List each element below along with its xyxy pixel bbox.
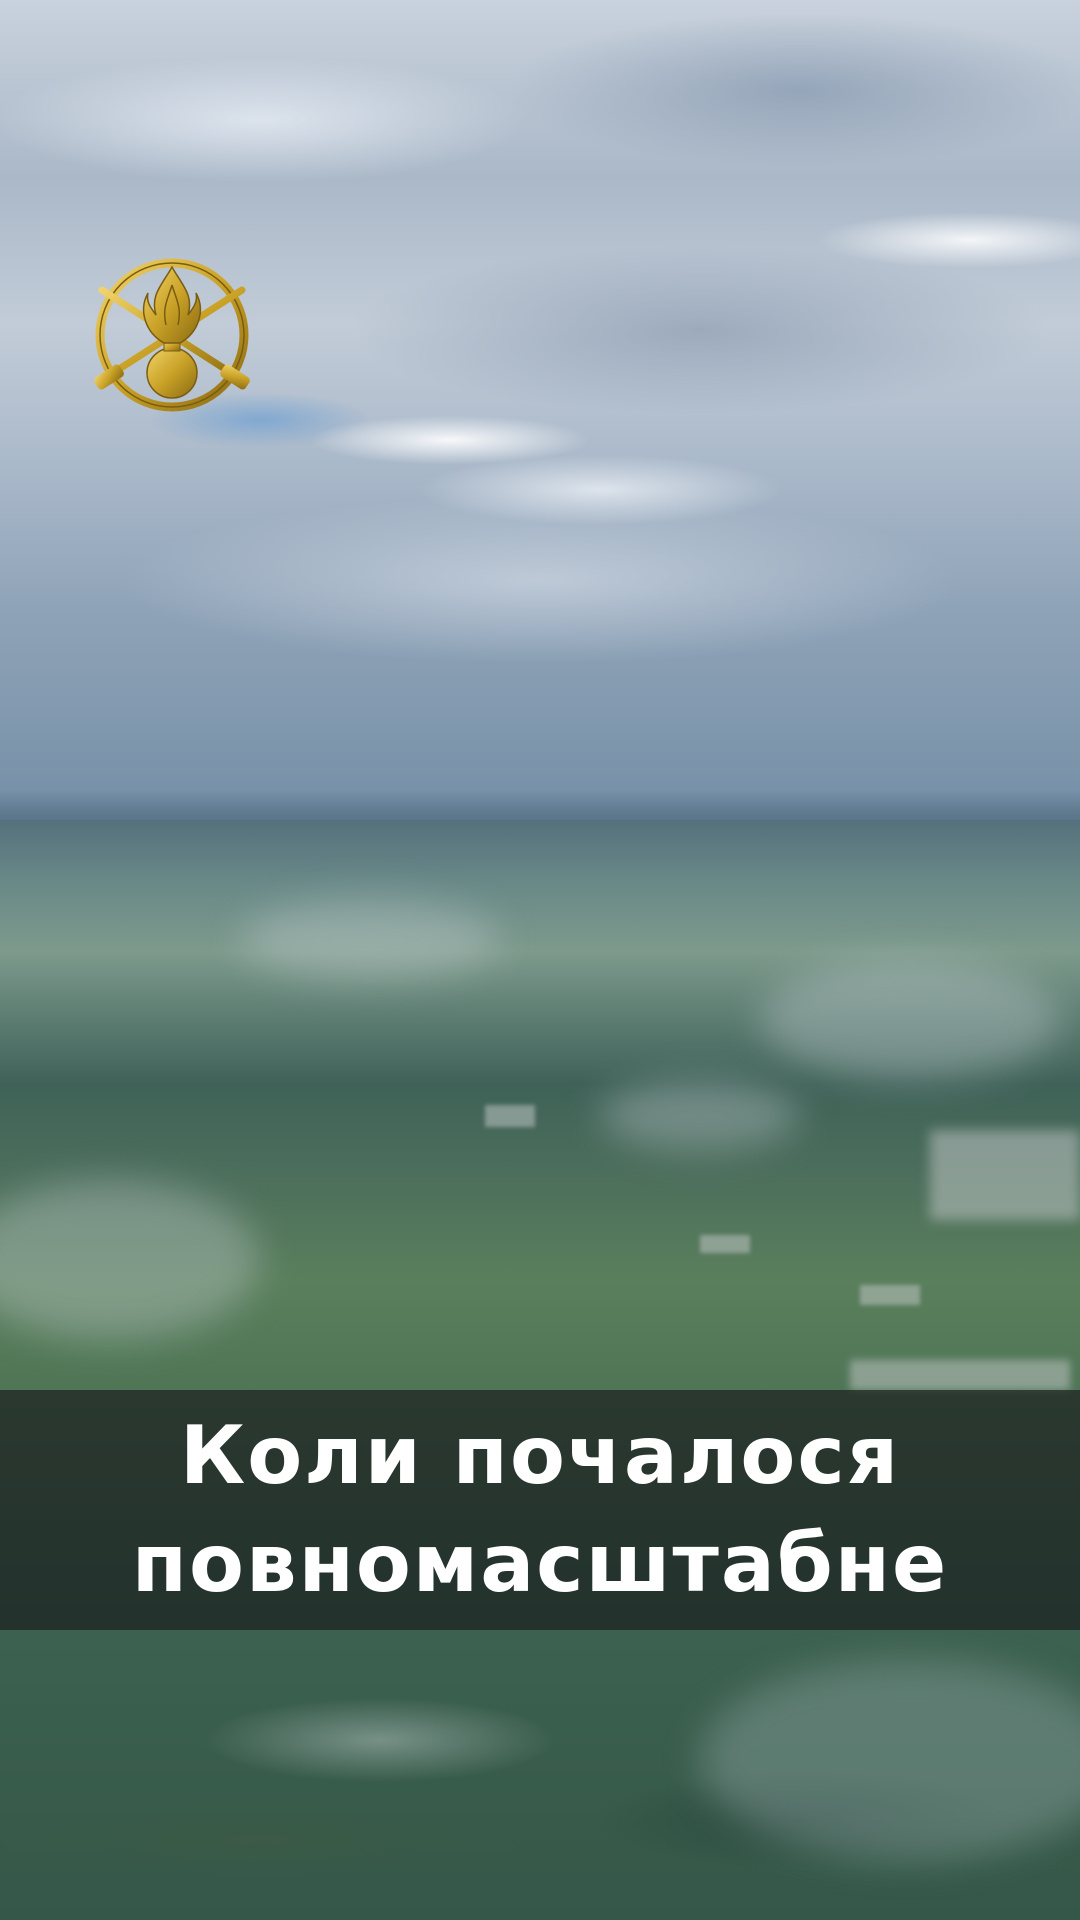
caption-line-2: повномасштабне [131,1517,949,1610]
smoke-cloud [240,900,500,980]
ruined-buildings [930,1130,1080,1220]
video-frame: Коли почалося повномасштабне [0,0,1080,1920]
smoke-cloud [600,1080,800,1150]
smoke-cloud [760,960,1060,1080]
caption-line-1: Коли почалося [179,1409,901,1502]
crossed-rifles-grenade-emblem-icon [94,258,250,412]
ruined-buildings [860,1285,920,1305]
ruined-buildings [700,1235,750,1253]
ruined-buildings [485,1105,535,1127]
ruined-buildings [850,1360,1070,1390]
video-caption: Коли почалося повномасштабне [0,1402,1080,1618]
